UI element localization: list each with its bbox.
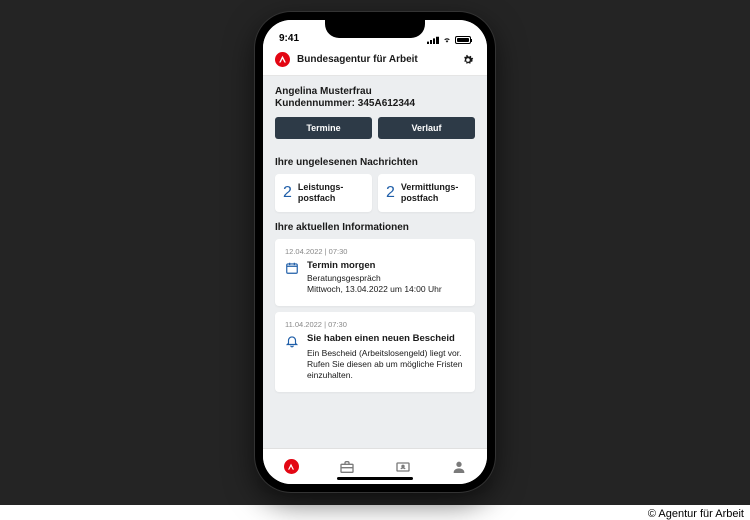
id-card-icon [395, 459, 411, 475]
settings-icon[interactable] [461, 53, 475, 67]
customer-number: Kundennummer: 345A612344 [275, 98, 475, 109]
inbox-row: 2 Leistungs- postfach 2 Vermittlungs- po… [263, 174, 487, 212]
info-card-termin[interactable]: 12.04.2022 | 07:30 Termin morgen Beratun… [275, 239, 475, 306]
nav-profile[interactable] [449, 457, 469, 477]
phone-screen: 9:41 Bundesagentur für Arbeit Angelina M… [263, 20, 487, 484]
battery-icon [455, 36, 471, 44]
app-header: Bundesagentur für Arbeit [263, 46, 487, 76]
info-line: Beratungsgespräch [307, 273, 465, 284]
signal-icon [427, 36, 439, 44]
inbox-label: Leistungs- postfach [298, 182, 344, 204]
image-attribution: © Agentur für Arbeit [648, 508, 744, 520]
info-timestamp: 11.04.2022 | 07:30 [285, 320, 465, 329]
stage: 9:41 Bundesagentur für Arbeit Angelina M… [0, 0, 750, 505]
info-list: 12.04.2022 | 07:30 Termin morgen Beratun… [263, 239, 487, 392]
calendar-icon [285, 261, 299, 275]
user-name: Angelina Musterfrau [275, 86, 475, 97]
info-line: Mittwoch, 13.04.2022 um 14:00 Uhr [307, 284, 465, 295]
status-indicators [427, 36, 471, 44]
info-card-bescheid[interactable]: 11.04.2022 | 07:30 Sie haben einen neuen… [275, 312, 475, 392]
info-heading: Ihre aktuellen Informationen [263, 212, 487, 239]
info-body-text: Ein Bescheid (Arbeitslosengeld) liegt vo… [307, 348, 465, 382]
inbox-heading: Ihre ungelesenen Nachrichten [263, 147, 487, 174]
nav-card[interactable] [393, 457, 413, 477]
ba-logo-icon [284, 459, 299, 474]
home-indicator[interactable] [337, 477, 413, 480]
phone-frame: 9:41 Bundesagentur für Arbeit Angelina M… [255, 12, 495, 492]
briefcase-icon [339, 459, 355, 475]
verlauf-button[interactable]: Verlauf [378, 117, 475, 139]
info-timestamp: 12.04.2022 | 07:30 [285, 247, 465, 256]
inbox-card-leistung[interactable]: 2 Leistungs- postfach [275, 174, 372, 212]
person-icon [451, 459, 467, 475]
ba-logo-icon [275, 52, 290, 67]
wifi-icon [442, 36, 452, 44]
info-title: Sie haben einen neuen Bescheid [307, 333, 465, 344]
inbox-count: 2 [386, 184, 395, 202]
action-buttons: Termine Verlauf [275, 117, 475, 139]
inbox-count: 2 [283, 184, 292, 202]
app-title: Bundesagentur für Arbeit [297, 54, 454, 65]
status-time: 9:41 [279, 33, 299, 44]
nav-home[interactable] [281, 457, 301, 477]
inbox-card-vermittlung[interactable]: 2 Vermittlungs- postfach [378, 174, 475, 212]
bell-icon [285, 334, 299, 348]
inbox-label: Vermittlungs- postfach [401, 182, 459, 204]
phone-notch [325, 20, 425, 38]
termine-button[interactable]: Termine [275, 117, 372, 139]
content-area: Angelina Musterfrau Kundennummer: 345A61… [263, 76, 487, 448]
user-block: Angelina Musterfrau Kundennummer: 345A61… [263, 76, 487, 147]
nav-briefcase[interactable] [337, 457, 357, 477]
info-title: Termin morgen [307, 260, 465, 271]
